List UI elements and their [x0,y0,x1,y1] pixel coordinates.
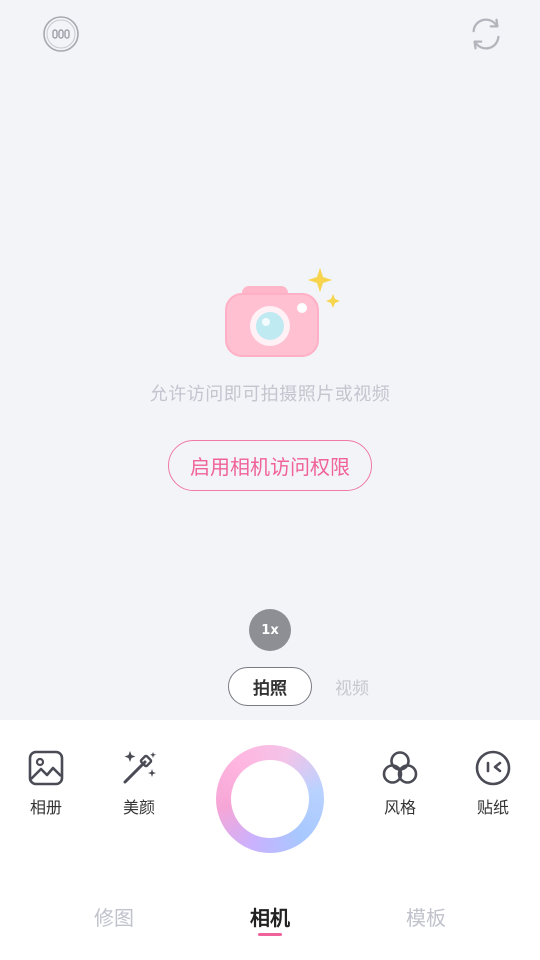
tab-camera[interactable]: 相机 [230,902,310,931]
tab-edit[interactable]: 修图 [74,902,154,931]
gallery-icon [28,750,64,786]
album-button[interactable]: 相册 [16,748,76,818]
zoom-level-button[interactable]: 1x [249,609,291,651]
more-options-button[interactable] [41,14,81,54]
flip-camera-button[interactable] [466,14,506,54]
shutter-button[interactable] [216,745,324,853]
camera-illustration [222,268,346,360]
sticker-face-icon [475,750,511,786]
bottom-tab-bar: 修图 相机 模板 [0,902,540,932]
tab-template[interactable]: 模板 [386,902,466,931]
style-label: 风格 [383,798,416,817]
pink-camera-icon [225,268,340,357]
sticker-button[interactable]: 贴纸 [463,748,523,818]
style-circles-icon [382,751,418,784]
beauty-button[interactable]: 美颜 [109,748,169,818]
magic-wand-icon [123,751,156,784]
beauty-label: 美颜 [122,798,155,817]
album-label: 相册 [29,798,62,817]
flip-camera-icon [472,18,500,50]
mode-photo-tab[interactable]: 拍照 [228,667,312,706]
mode-video-tab[interactable]: 视频 [335,674,369,699]
enable-camera-permission-button[interactable]: 启用相机访问权限 [168,440,372,491]
style-button[interactable]: 风格 [370,748,430,818]
permission-hint-text: 允许访问即可拍摄照片或视频 [149,384,391,405]
sticker-label: 贴纸 [476,798,509,817]
active-tab-indicator [258,933,282,936]
more-dots-icon [43,16,79,52]
